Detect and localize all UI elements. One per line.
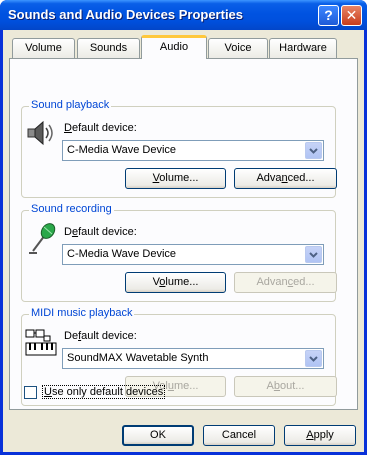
recording-volume-button[interactable]: Volume... (125, 272, 226, 293)
close-button[interactable]: ✕ (341, 5, 362, 26)
tab-volume[interactable]: Volume (12, 38, 75, 58)
chevron-down-icon[interactable] (305, 142, 322, 159)
audio-tab-panel: Sound playback Default device: C-Media W… (9, 58, 358, 410)
sound-playback-group: Sound playback Default device: C-Media W… (21, 99, 337, 198)
midi-about-button[interactable]: About... (234, 376, 337, 397)
tab-audio[interactable]: Audio (141, 35, 207, 59)
tab-voice[interactable]: Voice (208, 38, 268, 58)
playback-advanced-button[interactable]: Advanced... (234, 168, 337, 189)
playback-device-select[interactable]: C-Media Wave Device (62, 140, 324, 161)
midi-device-value: SoundMAX Wavetable Synth (67, 352, 209, 364)
recording-device-value: C-Media Wave Device (67, 248, 177, 260)
midi-device-select[interactable]: SoundMAX Wavetable Synth (62, 348, 324, 369)
tab-hardware[interactable]: Hardware (269, 38, 337, 58)
playback-default-device-label: Default device: (64, 122, 137, 134)
window-title: Sounds and Audio Devices Properties (8, 7, 244, 22)
chevron-down-icon[interactable] (305, 246, 322, 263)
midi-playback-title: MIDI music playback (29, 307, 135, 319)
tab-sounds[interactable]: Sounds (77, 38, 140, 58)
use-default-devices-checkbox[interactable] (24, 386, 37, 399)
recording-advanced-button[interactable]: Advanced... (234, 272, 337, 293)
recording-default-device-label: Default device: (64, 226, 137, 238)
midi-default-device-label: Default device: (64, 330, 137, 342)
apply-button[interactable]: Apply (284, 425, 356, 446)
ok-button[interactable]: OK (122, 425, 194, 446)
recording-device-select[interactable]: C-Media Wave Device (62, 244, 324, 265)
chevron-down-icon[interactable] (305, 350, 322, 367)
sound-recording-title: Sound recording (29, 203, 114, 215)
speaker-icon (27, 120, 53, 146)
sound-playback-title: Sound playback (29, 99, 112, 111)
midi-keyboard-icon (25, 329, 57, 356)
help-button[interactable]: ? (318, 5, 339, 26)
use-default-devices-label[interactable]: Use only default devices (42, 385, 166, 399)
dialog-window: Sounds and Audio Devices Properties ? ✕ … (0, 0, 367, 455)
sound-recording-group: Sound recording Default device: C-Media … (21, 203, 337, 302)
playback-volume-button[interactable]: Volume... (125, 168, 226, 189)
title-bar[interactable]: Sounds and Audio Devices Properties ? ✕ (0, 0, 367, 30)
cancel-button[interactable]: Cancel (203, 425, 275, 446)
microphone-icon (29, 223, 56, 254)
playback-device-value: C-Media Wave Device (67, 144, 177, 156)
dialog-client-area: Volume Sounds Audio Voice Hardware Sound… (3, 30, 364, 452)
